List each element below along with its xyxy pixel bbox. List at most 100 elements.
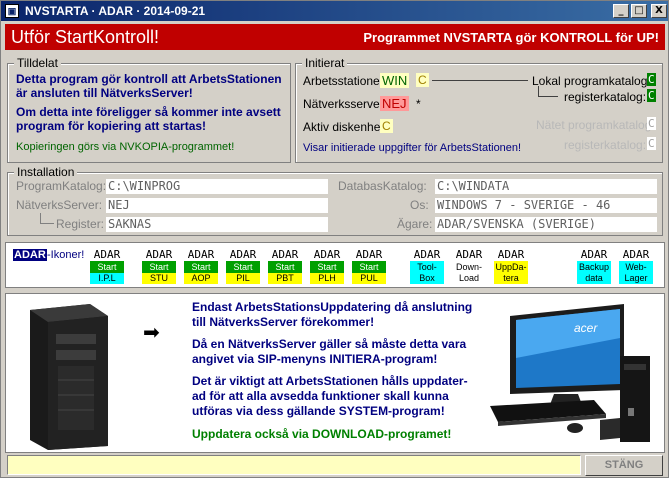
icon-button-top-label: ADAR [410,249,444,261]
tilldelat-line-1: Detta program gör kontroll att ArbetsSta… [16,72,282,86]
app-window: ▣ NVSTARTA · ADAR · 2014-09-21 _ □ X Utf… [0,0,669,478]
stang-button[interactable]: STÄNG [585,455,663,476]
nat-drive: * [416,97,421,111]
connector-line [538,86,539,96]
icon-button-bottom-label: PIL [226,273,260,284]
icon-button-pul[interactable]: ADAR Start PUL [352,249,386,285]
initierat-group: Initierat Arbetsstationen: WIN C Nätverk… [295,56,663,163]
os-label: Os: [410,198,429,212]
reg-label: registerkatalog: [564,90,647,104]
icon-button-mid-label: Start [142,261,176,273]
icon-button-top-label: ADAR [452,249,486,261]
nat-value: NEJ [380,96,409,111]
window-title: NVSTARTA · ADAR · 2014-09-21 [25,4,206,18]
icon-button-top-label: ADAR [142,249,176,261]
tilldelat-line-5: Kopieringen görs via NVKOPIA-programmet! [16,141,235,153]
icon-button-mid-label: Down- [452,261,486,273]
icon-button-top-label: ADAR [184,249,218,261]
icon-button-bottom-label: STU [142,273,176,284]
db-label: DatabasKatalog: [338,179,427,193]
lok-label: Lokal programkatalog: [532,74,651,88]
message-3-line-c: utföras via dess gällande SYSTEM-program… [192,404,445,418]
icon-button-bottom-label: Load [452,273,486,284]
icon-button-top-label: ADAR [268,249,302,261]
title-bar: ▣ NVSTARTA · ADAR · 2014-09-21 _ □ X [1,1,668,21]
minimize-button[interactable]: _ [613,4,629,18]
icon-toolbar: ADAR -Ikoner! ADAR Start I.P.L ADAR Start STU… [5,242,665,288]
status-field [7,455,581,475]
register-field: SAKNAS [106,217,328,232]
close-button[interactable]: X [651,4,667,18]
icon-button-pil[interactable]: ADAR Start PIL [226,249,260,285]
natserv-label: NätverksServer: [16,198,103,212]
arrow-icon: ➡ [143,322,160,344]
icon-button-ipl[interactable]: ADAR Start I.P.L [90,249,124,285]
icon-button-top-label: ADAR [577,249,611,261]
desktop-computer-image: acer [490,304,650,442]
message-1: Endast ArbetsStationsUppdatering då ansl… [192,300,472,330]
prog-field: C:\WINPROG [106,179,328,194]
initierat-footer: Visar initierade uppgifter för ArbetsSta… [303,142,522,154]
netreg-value: C [647,137,656,150]
disk-value: C [380,119,393,133]
connector-line [40,213,41,223]
icon-button-top-label: ADAR [619,249,653,261]
info-panel: ➡ Endast ArbetsStationsUppdatering då an… [5,293,665,453]
connector-line [432,80,528,81]
tilldelat-text-2: Om detta inte föreligger så kommer inte … [16,105,281,133]
register-label: Register: [56,217,105,231]
icon-button-mid-label: Start [352,261,386,273]
status-bar: STÄNG [5,455,665,477]
icon-button-pbt[interactable]: ADAR Start PBT [268,249,302,285]
icon-button-data[interactable]: ADAR Backup data [577,249,611,285]
initierat-legend: Initierat [302,56,348,70]
icon-button-bottom-label: Box [410,273,444,284]
icon-button-bottom-label: data [577,273,611,284]
icon-button-tera[interactable]: ADAR UppDa-tera [494,249,528,285]
icon-button-top-label: ADAR [226,249,260,261]
icon-button-mid-label: Start [310,261,344,273]
net-value: C [647,117,656,130]
connector-line [40,223,54,224]
tilldelat-text-1: Detta program gör kontroll att ArbetsSta… [16,72,282,100]
icon-button-lager[interactable]: ADAR Web- Lager [619,249,653,285]
app-icon[interactable]: ▣ [5,4,19,18]
disk-label: Aktiv diskenhet: [303,120,388,134]
brand-suffix: -Ikoner! [47,249,85,261]
arb-drive: C [416,73,429,87]
db-field: C:\WINDATA [435,179,657,194]
os-field: WINDOWS 7 - SVERIGE - 46 [435,198,657,213]
icon-button-bottom-label: Lager [619,273,653,284]
arb-label: Arbetsstationen: [303,74,390,88]
net-label: Nätet programkatalog: [536,118,655,132]
icon-button-load[interactable]: ADAR Down- Load [452,249,486,285]
icon-button-mid-label: Backup [577,261,611,273]
icon-button-bottom-label: AOP [184,273,218,284]
icon-button-bottom-label: PBT [268,273,302,284]
icon-button-plh[interactable]: ADAR Start PLH [310,249,344,285]
icon-button-stu[interactable]: ADAR Start STU [142,249,176,285]
icon-button-mid-label: Start [184,261,218,273]
icon-button-box[interactable]: ADAR Tool- Box [410,249,444,285]
nat-label: Nätverksserver: [303,97,388,111]
connector-line [538,96,558,97]
owner-label: Ägare: [397,217,433,231]
reg-value: C [647,89,656,102]
icon-button-mid-label: Tool- [410,261,444,273]
header-banner: Utför StartKontroll! Programmet NVSTARTA… [5,24,665,50]
maximize-button[interactable]: □ [631,4,647,18]
icon-button-top-label: ADAR [494,249,528,261]
monitor-brand-text: acer [574,321,598,335]
icon-button-mid-label: Start [226,261,260,273]
message-2-line-b: angivet via SIP-menyns INITIERA-program! [192,352,438,366]
icon-button-top-label: ADAR [310,249,344,261]
owner-field: ADAR/SVENSKA (SVERIGE) [435,217,657,232]
brand-badge: ADAR [13,249,47,261]
arb-value: WIN [380,73,410,88]
tilldelat-legend: Tilldelat [14,56,61,70]
installation-group: Installation ProgramKatalog: C:\WINPROG … [7,165,663,236]
icon-button-mid-label: UppDa- [494,261,528,273]
icon-button-bottom-label: tera [494,273,528,284]
icon-button-aop[interactable]: ADAR Start AOP [184,249,218,285]
tilldelat-line-2: är ansluten till NätverksServer! [16,86,193,100]
